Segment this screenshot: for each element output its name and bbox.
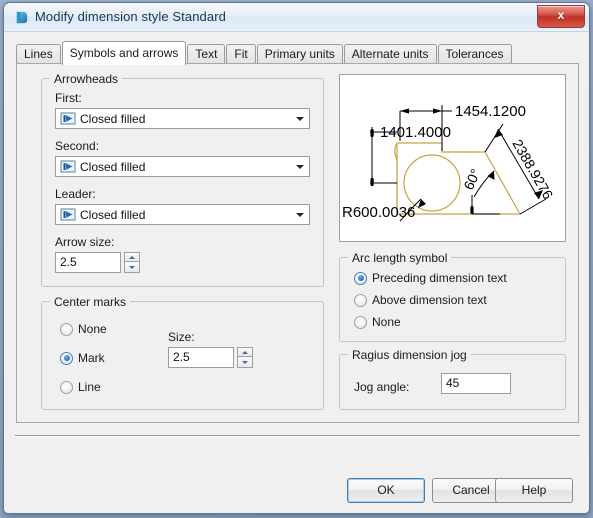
- chevron-down-icon[interactable]: [292, 109, 309, 128]
- preview-drawing: 1454.1200 1401.4000 R600.0036 60° 2388.9…: [342, 103, 556, 222]
- tab-label: Tolerances: [445, 47, 504, 61]
- center-marks-legend: Center marks: [50, 295, 131, 309]
- arc-length-above-label: Above dimension text: [372, 293, 487, 307]
- tab-fit[interactable]: Fit: [226, 44, 256, 64]
- radio-icon: [354, 271, 367, 285]
- center-mark-size-stepper-down[interactable]: [237, 357, 253, 368]
- chevron-down-icon[interactable]: [292, 157, 309, 176]
- second-label: Second:: [55, 139, 100, 153]
- arrowheads-group: Arrowheads First: Closed filled Second:: [41, 72, 324, 287]
- center-mark-mark-label: Mark: [78, 351, 105, 365]
- tab-label: Text: [195, 47, 218, 61]
- ok-button-label: OK: [377, 483, 395, 497]
- arc-length-option-above[interactable]: Above dimension text: [354, 293, 487, 307]
- center-mark-size-label: Size:: [168, 330, 195, 344]
- chevron-down-icon[interactable]: [292, 205, 309, 224]
- radio-icon: [354, 315, 367, 329]
- arrow-size-stepper-down[interactable]: [124, 262, 140, 273]
- center-marks-group: Center marks None Mark Line Size: 2.5: [41, 295, 324, 410]
- ok-button[interactable]: OK: [347, 478, 425, 503]
- tab-label: Alternate units: [351, 47, 429, 61]
- tab-tolerances[interactable]: Tolerances: [437, 44, 512, 64]
- preview-dim-top: 1454.1200: [455, 103, 526, 120]
- center-mark-size-stepper[interactable]: [237, 347, 253, 368]
- autocad-dimension-icon: [16, 11, 28, 24]
- first-arrowhead-combo[interactable]: Closed filled: [55, 108, 310, 129]
- window-title: Modify dimension style Standard: [35, 9, 226, 24]
- tab-label: Fit: [234, 47, 248, 61]
- tab-lines[interactable]: Lines: [16, 44, 61, 64]
- close-icon: x: [557, 8, 565, 22]
- arrow-size-stepper[interactable]: [124, 252, 140, 273]
- tab-label: Symbols and arrows: [69, 46, 179, 60]
- leader-arrowhead-combo[interactable]: Closed filled: [55, 204, 310, 225]
- center-mark-none-label: None: [78, 322, 107, 336]
- radio-icon: [60, 351, 73, 365]
- tab-page-symbols-and-arrows: Arrowheads First: Closed filled Second:: [16, 63, 579, 423]
- tab-strip: Lines Symbols and arrows Text Fit Primar…: [16, 41, 513, 65]
- arrow-size-input[interactable]: 2.5: [55, 252, 121, 273]
- radio-icon: [354, 293, 367, 307]
- center-mark-size-input[interactable]: 2.5: [168, 347, 234, 368]
- first-arrowhead-value: Closed filled: [80, 111, 146, 126]
- arc-length-symbol-group: Arc length symbol Preceding dimension te…: [339, 251, 566, 342]
- jog-angle-input[interactable]: 45: [441, 373, 511, 394]
- arc-length-symbol-legend: Arc length symbol: [348, 251, 452, 265]
- tab-label: Primary units: [264, 47, 335, 61]
- center-mark-option-none[interactable]: None: [60, 322, 107, 336]
- jog-angle-label: Jog angle:: [354, 380, 410, 394]
- close-button[interactable]: x: [537, 5, 585, 28]
- center-mark-option-line[interactable]: Line: [60, 380, 101, 394]
- radio-icon: [60, 380, 73, 394]
- arrow-size-label: Arrow size:: [55, 235, 115, 249]
- center-mark-line-label: Line: [78, 380, 101, 394]
- arrowhead-closed-filled-icon: [60, 208, 76, 221]
- help-button[interactable]: Help: [495, 478, 573, 503]
- desktop-background: Modify dimension style Standard x Lines …: [0, 0, 593, 518]
- arrowhead-closed-filled-icon: [60, 160, 76, 173]
- radio-icon: [60, 322, 73, 336]
- help-button-label: Help: [521, 483, 547, 497]
- preview-dim-radius: R600.0036: [342, 204, 415, 221]
- radius-dimension-jog-legend: Ragius dimension jog: [348, 348, 471, 362]
- first-label: First:: [55, 91, 82, 105]
- second-arrowhead-value: Closed filled: [80, 159, 146, 174]
- tab-text[interactable]: Text: [187, 44, 226, 64]
- arc-length-preceding-label: Preceding dimension text: [372, 271, 507, 285]
- footer-separator: [15, 435, 580, 437]
- leader-label: Leader:: [55, 187, 96, 201]
- preview-dim-left: 1401.4000: [380, 124, 451, 141]
- dimension-style-preview: 1454.1200 1401.4000 R600.0036 60° 2388.9…: [339, 74, 566, 242]
- preview-dim-diagonal: 2388.9276: [509, 137, 556, 202]
- preview-dim-angle: 60°: [460, 166, 483, 192]
- arc-length-none-label: None: [372, 315, 401, 329]
- center-mark-size-stepper-up[interactable]: [237, 347, 253, 357]
- center-mark-option-mark[interactable]: Mark: [60, 351, 105, 365]
- title-bar: Modify dimension style Standard x: [4, 3, 589, 32]
- tab-alternate-units[interactable]: Alternate units: [343, 44, 437, 64]
- tab-primary-units[interactable]: Primary units: [256, 44, 343, 64]
- arrow-size-stepper-up[interactable]: [124, 252, 140, 262]
- arrowhead-closed-filled-icon: [60, 112, 76, 125]
- leader-arrowhead-value: Closed filled: [80, 207, 146, 222]
- tab-label: Lines: [24, 47, 53, 61]
- second-arrowhead-combo[interactable]: Closed filled: [55, 156, 310, 177]
- arc-length-option-none[interactable]: None: [354, 315, 401, 329]
- modify-dimension-style-dialog: Modify dimension style Standard x Lines …: [3, 2, 590, 514]
- tab-symbols-and-arrows[interactable]: Symbols and arrows: [61, 41, 187, 65]
- arrowheads-legend: Arrowheads: [50, 72, 123, 86]
- arc-length-option-preceding[interactable]: Preceding dimension text: [354, 271, 507, 285]
- radius-dimension-jog-group: Ragius dimension jog Jog angle: 45: [339, 348, 566, 410]
